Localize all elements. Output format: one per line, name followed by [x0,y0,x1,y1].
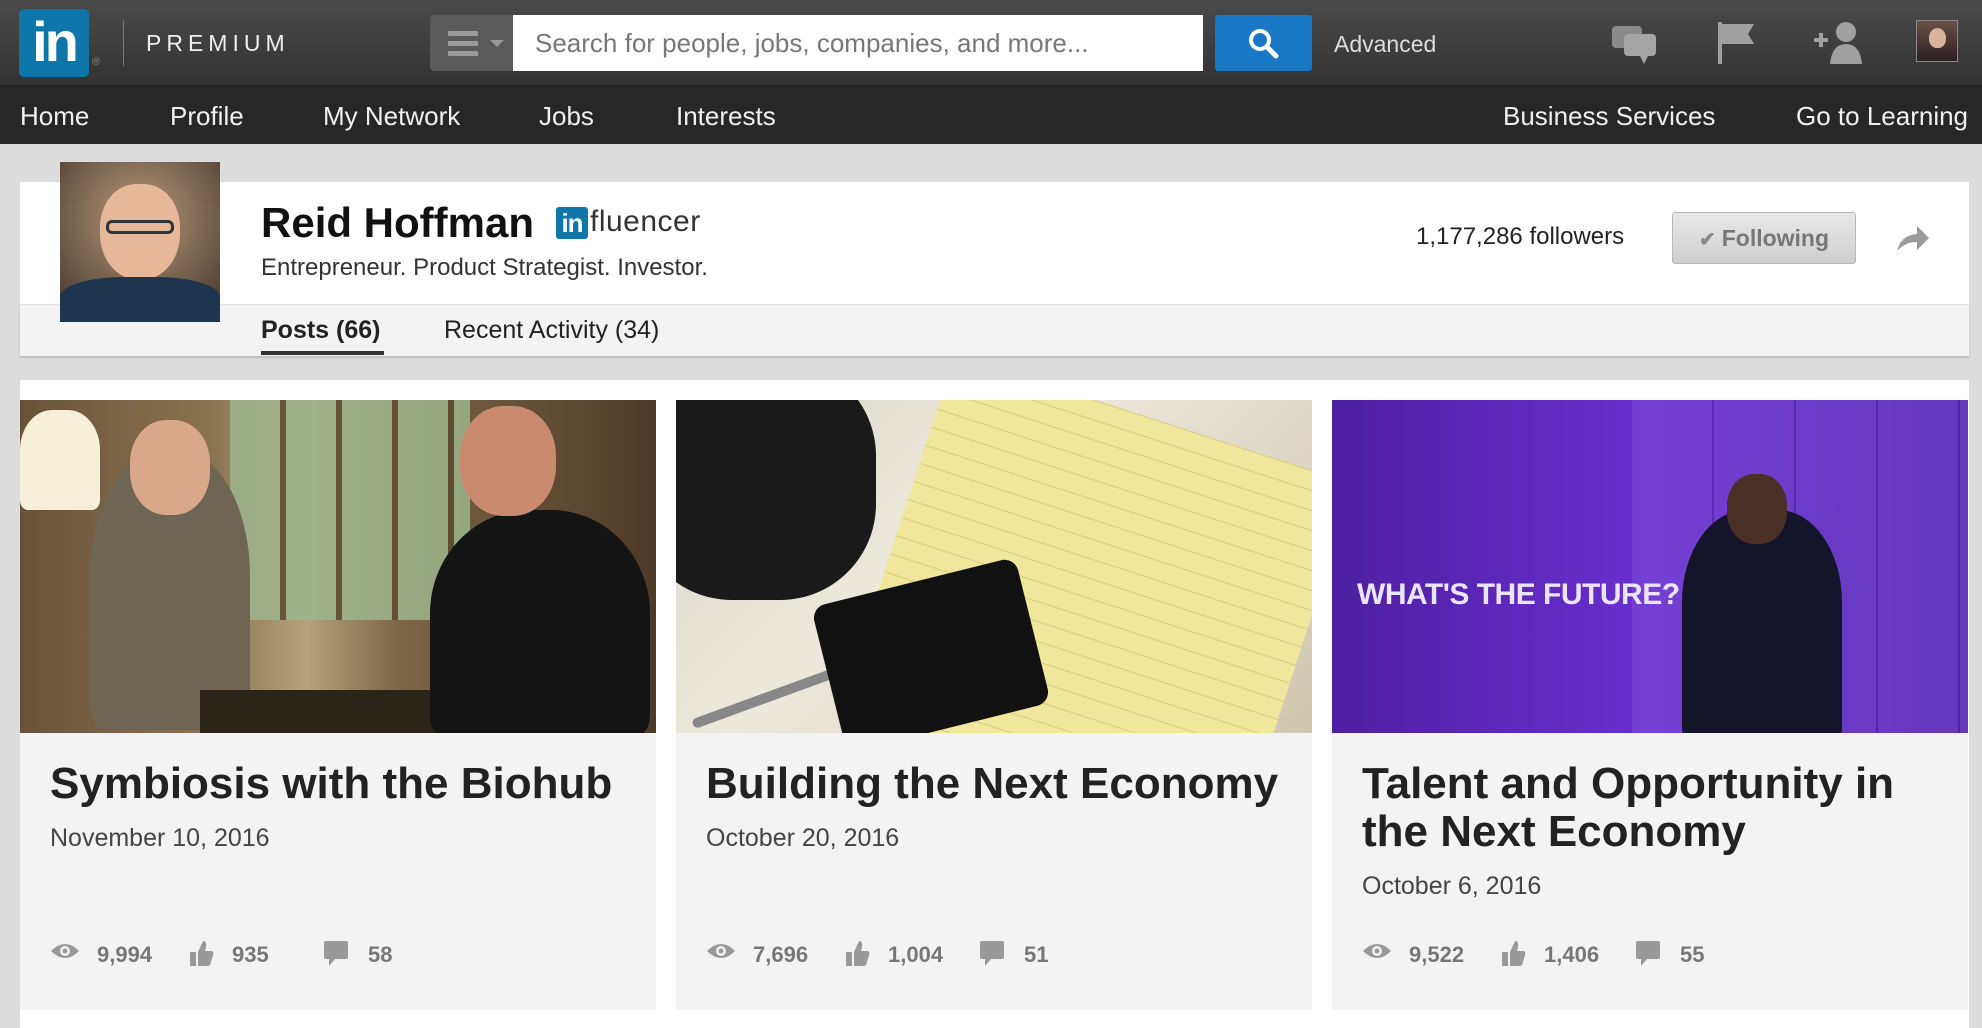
eye-icon [707,944,735,958]
add-connection-button[interactable] [1812,18,1862,68]
nav-home[interactable]: Home [20,101,89,132]
comment-icon [324,941,348,966]
search-button[interactable] [1215,15,1312,71]
chevron-down-icon [490,40,504,47]
followers-count: 1,177,286 followers [1416,223,1625,250]
check-icon: ✔ [1698,229,1716,251]
post-title[interactable]: Building the Next Economy [706,760,1296,808]
views-count: 9,522 [1409,942,1465,967]
profile-name[interactable]: Reid Hoffman [261,199,534,247]
comments-count: 51 [1024,942,1049,967]
premium-label[interactable]: PREMIUM [146,30,290,57]
influencer-label: fluencer [590,205,701,238]
post-image[interactable] [20,400,656,733]
messages-icon [1612,26,1656,64]
top-bar: in ® PREMIUM Advanced [0,0,1982,86]
tab-posts[interactable]: Posts (66) [261,316,380,345]
tab-recent-activity[interactable]: Recent Activity (34) [444,316,659,345]
post-card[interactable]: WHAT'S THE FUTURE? Talent and Opportunit… [1332,400,1968,1010]
flag-icon [1718,22,1754,64]
menu-icon [448,31,478,61]
post-card[interactable]: Building the Next Economy October 20, 20… [676,400,1312,1010]
views-count: 9,994 [97,942,153,967]
likes-count: 935 [232,942,269,967]
post-date: October 20, 2016 [706,824,900,852]
nav-go-to-learning[interactable]: Go to Learning [1796,101,1968,132]
eye-icon [1363,944,1391,958]
search-icon [1249,29,1279,59]
post-stats: 9,522 1,406 55 [1362,937,1942,971]
views-count: 7,696 [753,942,809,967]
active-tab-indicator [261,351,384,355]
post-stats: 7,696 1,004 51 [706,937,1286,971]
profile-photo[interactable] [60,162,220,322]
eye-icon [51,944,79,958]
likes-count: 1,004 [888,942,944,967]
account-avatar[interactable] [1916,20,1958,62]
profile-headline: Entrepreneur. Product Strategist. Invest… [261,254,708,281]
comment-icon [1636,941,1660,966]
messages-button[interactable] [1610,18,1660,68]
post-image[interactable] [676,400,1312,733]
advanced-search-link[interactable]: Advanced [1334,31,1436,58]
comment-icon [980,941,1004,966]
thumbs-up-icon [1502,941,1526,966]
share-arrow-icon [1897,226,1929,251]
following-button[interactable]: ✔ Following [1672,212,1856,264]
image-caption: WHAT'S THE FUTURE? [1357,578,1680,611]
thumbs-up-icon [846,941,870,966]
share-button[interactable] [1895,221,1931,260]
post-date: October 6, 2016 [1362,872,1542,900]
nav-jobs[interactable]: Jobs [539,101,594,132]
comments-count: 58 [368,942,393,967]
linkedin-logo[interactable]: in [19,9,89,77]
post-title[interactable]: Symbiosis with the Biohub [50,760,640,808]
post-date: November 10, 2016 [50,824,270,852]
likes-count: 1,406 [1544,942,1600,967]
nav-business-services[interactable]: Business Services [1503,101,1715,132]
main-navigation: Home Profile My Network Jobs Interests B… [0,86,1982,144]
influencer-in-logo: in [556,207,588,239]
post-card[interactable]: Symbiosis with the Biohub November 10, 2… [20,400,656,1010]
thumbs-up-icon [190,941,214,966]
post-title[interactable]: Talent and Opportunity in the Next Econo… [1362,760,1952,856]
nav-my-network[interactable]: My Network [323,101,460,132]
search-category-menu-button[interactable] [430,15,513,71]
add-person-icon [1814,22,1862,64]
following-label: Following [1721,225,1830,251]
comments-count: 55 [1680,942,1705,967]
post-stats: 9,994 935 58 [50,937,630,971]
notifications-button[interactable] [1712,18,1762,68]
post-image[interactable]: WHAT'S THE FUTURE? [1332,400,1968,733]
topbar-divider [123,20,124,66]
search-input[interactable] [513,15,1203,71]
registered-mark: ® [92,56,101,68]
nav-profile[interactable]: Profile [170,101,244,132]
nav-interests[interactable]: Interests [676,101,776,132]
